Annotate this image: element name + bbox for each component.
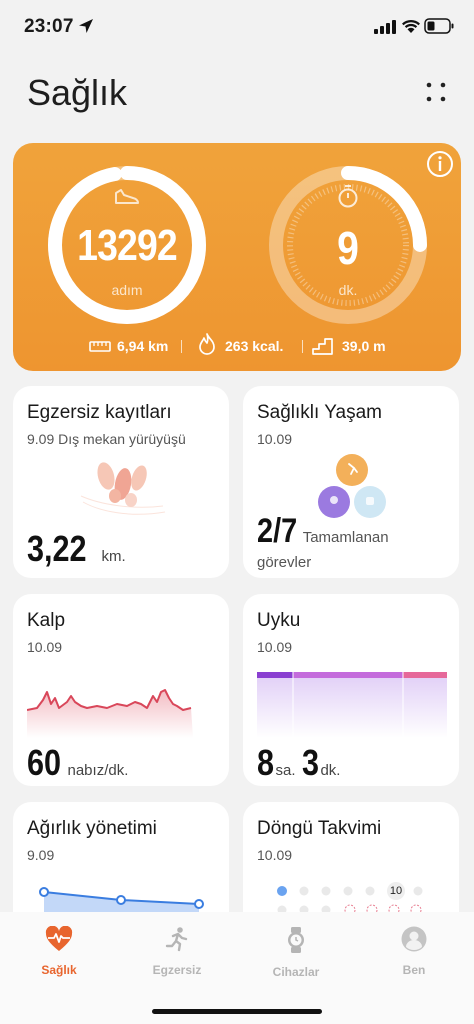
tab-devices[interactable]: Cihazlar [237,926,355,979]
status-bar: 23:07 [0,0,474,56]
profile-avatar-icon [401,926,427,952]
tab-label: Egzersiz [152,963,202,977]
stat-divider [181,340,182,353]
sleep-stages-chart [257,672,447,738]
tasks-completed-label: Tamamlanan [302,529,389,546]
active-minutes-value: 9 [337,222,359,274]
card-subtitle: 10.09 [257,431,293,447]
footprints-illustration [80,462,166,515]
heart-rate-card[interactable]: Kalp 10.09 60 nabız/dk. [13,594,229,786]
calories-value: 263 kcal. [225,338,284,354]
info-icon[interactable] [426,150,454,178]
card-title: Uyku [257,610,301,631]
tasks-value-row: 2/7 Tamamlanan [257,512,389,551]
ruler-icon [89,341,111,352]
card-subtitle: 9.09 Dış mekan yürüyüşü [27,431,186,447]
sleep-minutes-unit: dk. [320,762,341,779]
page-title: Sağlık [27,72,128,113]
sleep-card[interactable]: Uyku 10.09 8 sa. 3 dk. [243,594,459,786]
heart-rate-unit: nabız/dk. [67,762,129,779]
tasks-completed-label-2: görevler [257,554,312,571]
tasks-completed-value: 2/7 [257,512,298,550]
bottom-tab-bar: Sağlık Egzersiz Cihazlar Ben [0,912,474,1024]
running-icon [165,927,188,952]
tab-label: Cihazlar [272,965,320,979]
card-subtitle: 10.09 [257,639,293,655]
activity-summary-card[interactable]: 13292 adım 9 dk. 6,94 km 263 kcal. 39,0 … [13,143,461,371]
heart-rate-sparkline [27,689,193,738]
exercise-distance-unit: km. [101,548,126,565]
card-subtitle: 9.09 [27,847,55,863]
flame-icon [199,333,215,355]
floors-value: 39,0 m [342,338,386,354]
sleep-hours-value: 8 [257,742,275,783]
heart-rate-value: 60 [27,742,62,783]
home-indicator [152,1009,322,1014]
cellular-signal-icon [374,20,396,34]
stat-divider [302,340,303,353]
heart-pulse-icon [45,925,73,951]
cycle-calendar-dots [277,882,423,916]
exercise-distance-value: 3,22 [27,528,87,569]
card-title: Sağlıklı Yaşam [257,402,382,423]
steps-unit: adım [111,282,143,298]
exercise-records-card[interactable]: Egzersiz kayıtları 9.09 Dış mekan yürüyü… [13,386,229,578]
steps-value: 13292 [77,221,178,270]
watch-icon [288,927,304,953]
stopwatch-icon [338,185,358,208]
stairs-icon [312,338,333,355]
exercise-value-row: 3,22 km. [27,528,126,570]
card-title: Egzersiz kayıtları [27,402,172,423]
battery-icon [424,18,454,34]
shoe-icon [115,189,139,204]
active-minutes-unit: dk. [338,282,358,298]
card-title: Döngü Takvimi [257,818,382,839]
cycle-today-day: 10 [389,885,403,897]
status-time: 23:07 [24,16,74,37]
sleep-value-row: 8 sa. 3 dk. [257,742,340,784]
healthy-living-card[interactable]: Sağlıklı Yaşam 10.09 2/7 Tamamlanan göre… [243,386,459,578]
location-arrow-icon [79,19,93,33]
wifi-icon [402,19,420,33]
tab-label: Sağlık [41,963,77,977]
sleep-hours-unit: sa. [275,762,296,779]
card-subtitle: 10.09 [27,639,63,655]
more-dots-icon[interactable] [424,80,448,104]
tab-me[interactable]: Ben [355,926,473,977]
distance-value: 6,94 km [117,338,169,354]
tab-health[interactable]: Sağlık [0,925,118,977]
tab-exercise[interactable]: Egzersiz [118,926,236,977]
card-title: Kalp [27,610,66,631]
card-subtitle: 10.09 [257,847,293,863]
tab-label: Ben [402,963,426,977]
card-title: Ağırlık yönetimi [27,818,157,839]
heart-value-row: 60 nabız/dk. [27,742,128,784]
sleep-minutes-value: 3 [301,742,319,783]
